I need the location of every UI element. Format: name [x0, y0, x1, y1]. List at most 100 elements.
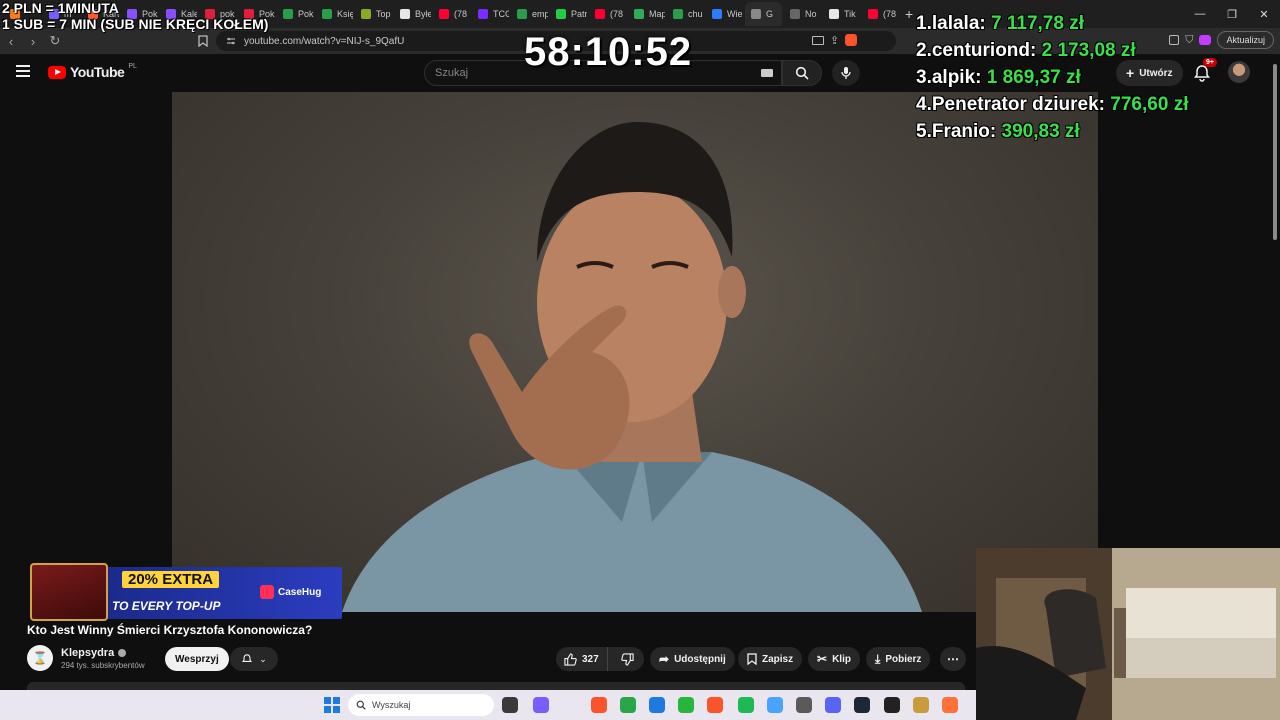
windows-start-icon[interactable] [322, 695, 342, 715]
account-avatar[interactable] [1228, 61, 1250, 83]
browser-tab[interactable]: (78 [862, 2, 899, 26]
store-icon-glyph [649, 697, 665, 713]
scissors-icon: ✂ [817, 652, 828, 666]
share-button[interactable]: ➦ Udostępnij [650, 647, 735, 671]
update-button[interactable]: Aktualizuj [1217, 31, 1274, 49]
browser-tab[interactable]: Top [355, 2, 392, 26]
taskbar-search-input[interactable]: Wyszukaj [348, 694, 494, 716]
sponsor-subline: TO EVERY TOP-UP [112, 599, 221, 613]
like-button[interactable]: 327 [556, 647, 608, 671]
subscription-bell-button[interactable]: ⌄ [230, 647, 278, 671]
game-icon-glyph [913, 697, 929, 713]
brave-shield-icon[interactable] [845, 34, 858, 46]
stream-timer: 58:10:52 [524, 30, 693, 74]
browser-tab[interactable]: Patr [550, 2, 587, 26]
thumbs-up-icon [564, 652, 577, 666]
video-player[interactable] [172, 92, 1098, 612]
store-icon[interactable] [647, 695, 667, 715]
treasure-chest-icon [30, 563, 108, 621]
dislike-button[interactable] [613, 647, 642, 671]
site-info-icon[interactable] [226, 36, 236, 46]
browser-tab[interactable]: TCG [472, 2, 509, 26]
description-box[interactable] [27, 682, 965, 690]
leaderboard-row: 3.alpik: 1 869,37 zł [916, 67, 1081, 88]
discord-icon[interactable] [823, 695, 843, 715]
tab-label: (78 [883, 9, 897, 19]
browser-tab[interactable]: Księ [316, 2, 353, 26]
browser-tab[interactable]: emp [511, 2, 548, 26]
share-icon[interactable]: ⇪ [830, 34, 839, 47]
bookmark-save-icon [747, 653, 757, 665]
steam-icon-glyph [854, 697, 870, 713]
tab-favicon-icon [751, 9, 761, 19]
leaderboard-row: 5.Franio: 390,83 zł [916, 121, 1080, 142]
search-button[interactable] [782, 60, 822, 86]
brave-browser-icon[interactable] [705, 695, 725, 715]
menu-icon[interactable] [16, 65, 30, 77]
obs-icon[interactable] [882, 695, 902, 715]
windows-taskbar: Wyszukaj [0, 690, 976, 720]
tab-favicon-icon [790, 9, 800, 19]
clip-button[interactable]: ✂ Klip [808, 647, 860, 671]
channel-avatar[interactable]: ⌛ [27, 645, 53, 671]
spotify-icon-glyph [738, 697, 754, 713]
notepad-icon-glyph [767, 697, 783, 713]
more-actions-button[interactable]: ⋯ [940, 647, 966, 671]
forward-button[interactable]: › [22, 30, 44, 52]
tab-favicon-icon [829, 9, 839, 19]
browser-tab[interactable]: Wie [706, 2, 743, 26]
search-icon [356, 700, 366, 710]
browser-tab[interactable]: Pok [277, 2, 314, 26]
browser-tab[interactable]: Tik [823, 2, 860, 26]
browser-tab[interactable]: (78 [433, 2, 470, 26]
browser-tab[interactable]: No [784, 2, 821, 26]
game-icon[interactable] [911, 695, 931, 715]
youtube-logo[interactable]: YouTube PL [48, 63, 137, 80]
support-button[interactable]: Wesprzyj [165, 647, 229, 671]
discord-icon-glyph [825, 697, 841, 713]
browser-tab[interactable]: (78 [589, 2, 626, 26]
spotify-icon[interactable] [736, 695, 756, 715]
voice-search-button[interactable] [832, 60, 860, 86]
download-icon: ⤓ [875, 651, 881, 666]
brave-icon-glyph [591, 697, 607, 713]
brave-icon[interactable] [589, 695, 609, 715]
new-tab-button[interactable]: + [905, 6, 913, 22]
keyboard-icon[interactable] [761, 69, 773, 77]
save-button[interactable]: Zapisz [738, 647, 803, 671]
tab-label: (78 [610, 9, 624, 19]
chrome-icon[interactable] [618, 695, 638, 715]
file-explorer-icon[interactable] [500, 695, 520, 715]
subscriber-count: 294 tys. subskrybentów [61, 661, 145, 670]
calculator-icon[interactable] [794, 695, 814, 715]
browser-tab[interactable]: G [745, 2, 782, 26]
browser-tab[interactable]: Map [628, 2, 665, 26]
close-window-button[interactable]: ✕ [1248, 0, 1280, 28]
scrollbar-thumb[interactable] [1273, 64, 1277, 240]
steam-icon[interactable] [852, 695, 872, 715]
minimize-button[interactable]: — [1184, 0, 1216, 28]
copilot-icon[interactable] [531, 695, 551, 715]
notepad-icon[interactable] [765, 695, 785, 715]
tab-label: No [805, 9, 817, 19]
tab-label: Top [376, 9, 391, 19]
page-scrollbar[interactable] [1270, 54, 1280, 548]
channel-name-link[interactable]: Klepsydra [61, 647, 127, 659]
firefox-icon[interactable] [940, 695, 960, 715]
maximize-button[interactable]: ❐ [1216, 0, 1248, 28]
casehug-logo-icon [260, 585, 274, 599]
tab-favicon-icon [634, 9, 644, 19]
tab-favicon-icon [322, 9, 332, 19]
browser-tab[interactable]: chu [667, 2, 704, 26]
like-count: 327 [582, 653, 599, 665]
browser-tab[interactable]: Byłe [394, 2, 431, 26]
xbox-icon[interactable] [676, 695, 696, 715]
bookmark-icon[interactable] [192, 30, 214, 52]
bell-icon [242, 654, 253, 662]
cast-icon[interactable] [812, 35, 824, 45]
vpn-icon[interactable] [1199, 35, 1212, 45]
download-button[interactable]: ⤓ Pobierz [866, 647, 931, 671]
tab-label: Tik [844, 9, 856, 19]
reload-button[interactable]: ↻ [44, 30, 66, 52]
back-button[interactable]: ‹ [0, 30, 22, 52]
